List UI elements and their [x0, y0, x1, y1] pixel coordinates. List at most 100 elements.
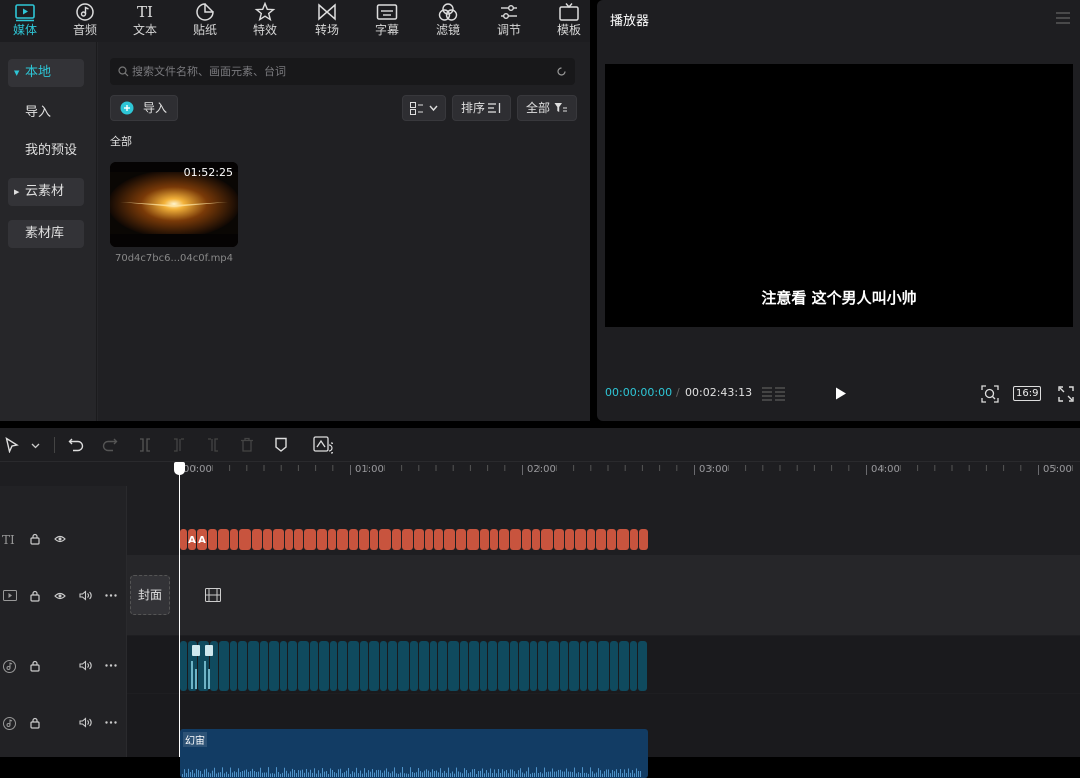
timecode-format-icon[interactable] [762, 386, 786, 402]
marker-icon[interactable] [274, 437, 288, 453]
audio-clip[interactable] [510, 641, 518, 691]
text-clip[interactable] [554, 529, 564, 550]
audio-clip[interactable] [560, 641, 568, 691]
import-button[interactable]: 导入 [110, 95, 178, 121]
audio-clip[interactable] [438, 641, 447, 691]
text-clip[interactable] [370, 529, 378, 550]
audio-clip[interactable] [269, 641, 279, 691]
text-clip[interactable] [239, 529, 251, 550]
text-clip[interactable] [434, 529, 443, 550]
tab-transition[interactable]: 转场 [302, 0, 352, 42]
audio-clip[interactable] [238, 641, 247, 691]
audio-clip[interactable] [280, 641, 287, 691]
menu-icon[interactable] [1056, 12, 1070, 24]
text-clips[interactable]: AA [180, 529, 650, 550]
audio-clip[interactable] [548, 641, 559, 691]
undo-icon[interactable] [68, 437, 84, 453]
lock-icon[interactable] [30, 533, 40, 545]
audio-clip[interactable] [580, 641, 587, 691]
audio-clip[interactable] [460, 641, 468, 691]
text-clip[interactable] [392, 529, 401, 550]
text-clip[interactable] [230, 529, 238, 550]
redo-icon[interactable] [102, 437, 118, 453]
audio-clip[interactable] [288, 641, 297, 691]
audio-clip[interactable] [630, 641, 637, 691]
text-clip[interactable] [328, 529, 336, 550]
audio-clip[interactable] [319, 641, 329, 691]
sort-button[interactable]: 排序 [452, 95, 511, 121]
main-video-track[interactable] [127, 555, 1080, 635]
tab-adjust[interactable]: 调节 [484, 0, 534, 42]
text-clip[interactable] [575, 529, 586, 550]
audio-clip[interactable] [230, 641, 237, 691]
audio-clip[interactable] [298, 641, 309, 691]
audio-clip[interactable] [398, 641, 409, 691]
audio-clip[interactable] [448, 641, 459, 691]
select-cursor-icon[interactable] [5, 437, 19, 453]
tab-caption[interactable]: 字幕 [362, 0, 412, 42]
audio-clip[interactable] [410, 641, 418, 691]
text-clip[interactable] [596, 529, 606, 550]
text-clip[interactable] [359, 529, 369, 550]
text-clip[interactable] [285, 529, 293, 550]
audio-clip[interactable] [598, 641, 609, 691]
audio-clip[interactable] [330, 641, 337, 691]
audio-clip[interactable] [248, 641, 259, 691]
lock-icon[interactable] [30, 590, 40, 602]
text-clip[interactable] [252, 529, 262, 550]
text-clip[interactable] [617, 529, 629, 550]
text-clip[interactable] [180, 529, 187, 550]
text-clip[interactable] [304, 529, 316, 550]
trim-left-icon[interactable] [171, 437, 187, 453]
tab-audio[interactable]: 音频 [60, 0, 110, 42]
audio-clip[interactable] [530, 641, 537, 691]
aspect-ratio-button[interactable]: 16:9 [1013, 386, 1042, 401]
text-clip[interactable] [273, 529, 284, 550]
audio-clip[interactable] [310, 641, 318, 691]
zoom-fit-icon[interactable] [981, 385, 999, 403]
playhead-handle[interactable] [174, 462, 185, 475]
text-clip[interactable] [414, 529, 424, 550]
sidebar-item-library[interactable]: 素材库 [8, 220, 84, 248]
filter-button[interactable]: 全部 [517, 95, 577, 121]
audio-clip[interactable] [569, 641, 579, 691]
audio-clip[interactable] [388, 641, 397, 691]
text-clip[interactable] [510, 529, 521, 550]
volume-icon[interactable] [79, 660, 92, 671]
text-clip[interactable] [456, 529, 466, 550]
audio-clip[interactable] [610, 641, 618, 691]
audio-clip[interactable] [588, 641, 597, 691]
text-clip[interactable] [639, 529, 648, 550]
audio-clip[interactable] [360, 641, 368, 691]
play-icon[interactable] [834, 386, 848, 401]
text-clip[interactable] [263, 529, 272, 550]
audio-clip[interactable] [480, 641, 487, 691]
playhead[interactable] [179, 462, 180, 757]
audio-clip[interactable] [619, 641, 629, 691]
tab-filter[interactable]: 滤镜 [423, 0, 473, 42]
audio-clip[interactable] [380, 641, 387, 691]
audio-clips[interactable] [180, 641, 650, 691]
text-clip[interactable] [522, 529, 531, 550]
audio-clip[interactable] [180, 641, 187, 691]
volume-icon[interactable] [79, 717, 92, 728]
text-clip[interactable] [208, 529, 217, 550]
audio-clip[interactable] [260, 641, 268, 691]
audio-clip[interactable] [219, 641, 229, 691]
audio-clip[interactable] [338, 641, 347, 691]
text-clip[interactable] [317, 529, 327, 550]
music-clip[interactable]: 幻宙 [180, 729, 648, 778]
search-input[interactable] [132, 58, 552, 85]
text-clip[interactable] [532, 529, 540, 550]
more-icon[interactable] [105, 594, 117, 597]
sidebar-item-presets[interactable]: 我的预设 [8, 137, 84, 165]
delete-icon[interactable] [239, 437, 255, 453]
audio-clip[interactable] [430, 641, 437, 691]
eye-icon[interactable] [54, 591, 66, 601]
tab-text[interactable]: TI 文本 [120, 0, 170, 42]
text-clip[interactable] [218, 529, 229, 550]
cover-button[interactable]: 封面 [130, 575, 170, 615]
text-clip[interactable] [337, 529, 348, 550]
text-clip[interactable] [499, 529, 509, 550]
text-clip[interactable] [444, 529, 455, 550]
